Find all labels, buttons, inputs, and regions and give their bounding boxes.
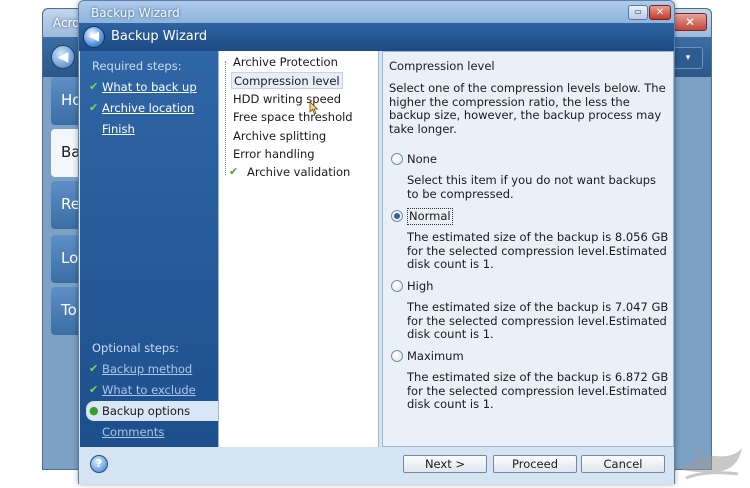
- radio-label: Normal: [407, 208, 453, 225]
- radio-description: The estimated size of the backup is 8.05…: [407, 230, 669, 271]
- check-icon: ✔: [89, 383, 99, 396]
- cancel-button[interactable]: Cancel: [581, 455, 665, 473]
- watermark-logo: [682, 448, 742, 480]
- compression-level-heading: Compression level: [389, 59, 495, 73]
- restore-icon[interactable]: ▭: [628, 5, 648, 20]
- option-error-handling[interactable]: Error handling: [231, 146, 317, 163]
- radio-label: None: [407, 152, 438, 166]
- background-sidebar-label: To: [61, 301, 77, 319]
- next-button[interactable]: Next >: [403, 455, 487, 473]
- backup-options-list: Archive Protection Compression level HDD…: [218, 51, 379, 447]
- option-archive-protection[interactable]: Archive Protection: [231, 54, 340, 71]
- check-icon: ✔: [89, 101, 99, 114]
- wizard-titlebar: Backup Wizard ▭ ✕: [79, 1, 674, 23]
- check-icon: ✔: [89, 362, 99, 375]
- step-label: Archive location: [102, 101, 195, 115]
- radio-description: The estimated size of the backup is 7.04…: [407, 300, 669, 341]
- radio-button[interactable]: [391, 350, 403, 362]
- help-icon[interactable]: ?: [90, 455, 108, 473]
- step-what-to-back-up[interactable]: ✔ What to back up: [86, 77, 216, 97]
- radio-description: The estimated size of the backup is 6.87…: [407, 370, 669, 411]
- background-sidebar-label: Lo: [61, 249, 79, 267]
- radio-button[interactable]: [391, 210, 403, 222]
- wizard-heading: Backup Wizard: [111, 29, 208, 44]
- required-steps-label: Required steps:: [92, 59, 182, 73]
- close-icon[interactable]: ✕: [649, 5, 671, 20]
- step-what-to-exclude[interactable]: ✔ What to exclude: [86, 380, 216, 400]
- option-archive-splitting[interactable]: Archive splitting: [231, 128, 328, 145]
- step-label: Comments: [102, 425, 165, 439]
- step-label: What to back up: [102, 80, 197, 94]
- backup-wizard-dialog: Backup Wizard ▭ ✕ ◀ Backup Wizard Requir…: [78, 0, 675, 484]
- wizard-window-title: Backup Wizard: [91, 6, 180, 20]
- wizard-button-bar: ? Next > Proceed Cancel: [79, 447, 674, 484]
- mouse-cursor-icon: [309, 101, 319, 115]
- background-close-button[interactable]: ✕: [673, 13, 707, 31]
- step-comments[interactable]: Comments: [86, 422, 216, 442]
- radio-description: Select this item if you do not want back…: [407, 173, 657, 201]
- step-label: What to exclude: [102, 383, 196, 397]
- next-button-label: Next >: [424, 457, 466, 471]
- gear-icon: ●: [89, 404, 99, 417]
- option-free-space-threshold[interactable]: Free space threshold: [231, 109, 355, 126]
- step-backup-method[interactable]: ✔ Backup method: [86, 359, 216, 379]
- step-backup-options[interactable]: ● Backup options: [86, 401, 218, 421]
- radio-label: High: [407, 279, 434, 293]
- tree-connector-line: [225, 61, 226, 175]
- step-archive-location[interactable]: ✔ Archive location: [86, 98, 216, 118]
- option-compression-level[interactable]: Compression level: [231, 72, 343, 89]
- wizard-header: ◀ Backup Wizard: [79, 23, 674, 51]
- cancel-button-label: Cancel: [603, 457, 643, 471]
- step-label: Backup options: [102, 404, 191, 418]
- radio-button[interactable]: [391, 280, 403, 292]
- background-back-button[interactable]: ◀: [51, 45, 75, 69]
- radio-label: Maximum: [407, 349, 464, 363]
- compression-level-panel: Compression level Select one of the comp…: [382, 51, 674, 447]
- wizard-steps-pane: Required steps: ✔ What to back up ✔ Arch…: [80, 51, 218, 447]
- step-label: Finish: [102, 122, 135, 136]
- radio-button[interactable]: [391, 153, 403, 165]
- step-finish[interactable]: Finish: [86, 119, 216, 139]
- option-archive-validation[interactable]: Archive validation: [245, 164, 352, 181]
- check-icon: ✔: [89, 80, 99, 93]
- proceed-button[interactable]: Proceed: [493, 455, 577, 473]
- proceed-button-label: Proceed: [511, 457, 559, 471]
- back-arrow-icon[interactable]: ◀: [83, 26, 105, 48]
- option-hdd-writing-speed[interactable]: HDD writing speed: [231, 91, 343, 108]
- optional-steps-label: Optional steps:: [92, 341, 180, 355]
- background-window-title: Acro: [53, 16, 80, 30]
- check-icon: ✔: [229, 165, 239, 178]
- background-menu-dropdown-button[interactable]: ▾: [673, 47, 703, 69]
- compression-level-intro: Select one of the compression levels bel…: [389, 81, 666, 136]
- step-label: Backup method: [102, 362, 193, 376]
